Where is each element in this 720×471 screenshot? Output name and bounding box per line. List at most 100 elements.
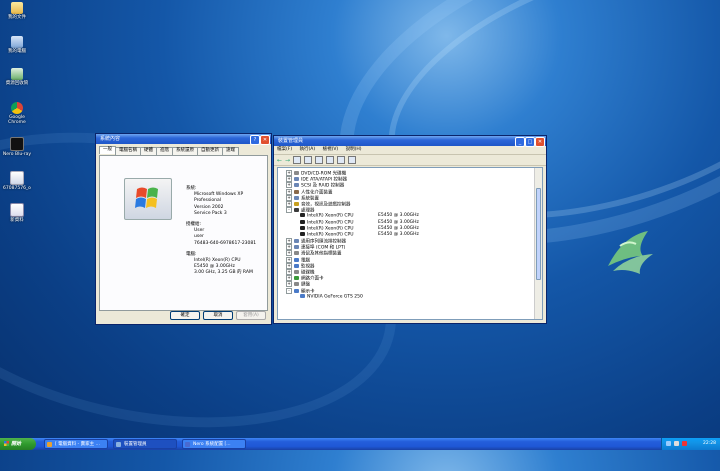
desktop-icon-label: Google Chrome [8,115,26,125]
menu-bar: 檔案(F) 執行(A) 檢視(V) 說明(H) [274,146,546,155]
tab-advanced[interactable]: 進階 [156,147,173,155]
expand-icon[interactable]: + [286,262,292,269]
expand-icon[interactable]: + [286,188,292,195]
expand-icon[interactable]: + [286,244,292,251]
expand-icon[interactable]: + [286,200,292,207]
properties-icon[interactable] [293,156,302,164]
help-button[interactable]: ? [250,135,260,145]
scan-hardware-icon[interactable] [326,156,335,164]
task-label: 裝置管理員 [124,442,147,447]
document-icon [10,203,24,217]
taskbar-button-device-manager[interactable]: 裝置管理員 [113,439,177,449]
close-button[interactable]: ✕ [260,135,270,145]
desktop-icon-my-documents[interactable]: 我的文件 [2,2,32,20]
system-info-block: 系統: Microsoft Windows XP Professional Ve… [186,186,256,277]
close-button[interactable]: ✕ [535,137,545,147]
update-driver-icon[interactable] [337,156,346,164]
device-manager-titlebar[interactable]: 裝置管理員 _ □ ✕ [274,136,546,147]
browser-icon [47,442,52,447]
windows-flag-icon [135,187,158,208]
expand-icon[interactable]: + [286,269,292,275]
collapse-icon[interactable]: - [286,287,292,294]
device-icon [300,293,305,298]
image-file-icon [10,171,24,185]
tab-remote[interactable]: 遠端 [222,147,239,155]
maximize-button[interactable]: □ [525,137,535,147]
start-label: 開始 [11,441,22,447]
vertical-scrollbar[interactable] [534,168,542,319]
window-title: 裝置管理員 [278,138,304,144]
back-icon[interactable]: ← [277,157,282,164]
device-manager-icon [116,442,121,447]
windows-start-icon [4,441,9,446]
device-icon [294,239,299,244]
scrollbar-thumb[interactable] [536,188,541,280]
menu-help[interactable]: 說明(H) [346,147,362,152]
print-icon[interactable] [304,156,313,164]
taskbar-button-nero[interactable]: Nero 系統配置 [... [182,439,246,449]
taskbar-button-browser[interactable]: [ 電腦資料 - 賣家主 ... [44,439,108,449]
collapse-icon[interactable]: - [286,207,292,214]
device-icon [300,231,305,236]
device-icon [294,288,299,293]
desktop-icon-document[interactable]: 新資料 [2,203,32,223]
device-item[interactable]: NVIDIA GeForce GTS 250 [286,293,542,300]
menu-file[interactable]: 檔案(F) [277,147,292,152]
tab-general[interactable]: 一般 [99,146,116,154]
task-label: [ 電腦資料 - 賣家主 ... [55,442,100,447]
cancel-button[interactable]: 取消 [203,311,233,320]
system-properties-titlebar[interactable]: 系統內容 ? ✕ [96,134,271,145]
expand-icon[interactable]: + [286,256,292,263]
apply-button[interactable]: 套用(A) [236,311,266,320]
desktop-icon-recycle-bin[interactable]: 資源回收筒 [2,68,32,86]
tab-computer-name[interactable]: 電腦名稱 [115,147,141,155]
expand-icon[interactable]: + [286,182,292,189]
device-icon [294,282,299,287]
forward-icon[interactable]: → [285,157,290,164]
my-computer-icon [11,36,23,48]
menu-view[interactable]: 檢視(V) [323,147,339,152]
device-icon [294,177,299,182]
expand-icon[interactable]: + [286,194,292,201]
device-icon [294,245,299,250]
expand-icon[interactable]: + [286,170,292,176]
device-icon [294,201,299,206]
desktop-icon-google-chrome[interactable]: Google Chrome [2,102,32,125]
ok-button[interactable]: 確定 [170,311,200,320]
help-icon[interactable] [315,156,324,164]
volume-icon[interactable] [674,441,679,446]
cpu-speed-ram: 3.00 GHz, 3.25 GB 的 RAM [194,270,253,276]
expand-icon[interactable]: + [286,176,292,183]
tab-automatic-updates[interactable]: 自動更新 [197,147,223,155]
tab-system-restore[interactable]: 系統還原 [172,147,198,155]
desktop-icon-image-file[interactable]: 67087576_o [2,171,32,191]
expand-icon[interactable]: + [286,238,292,245]
device-icon [294,189,299,194]
desktop-icon-my-computer[interactable]: 我的電腦 [2,36,32,54]
device-icon [294,183,299,188]
device-icon [300,213,305,218]
device-icon [294,257,299,262]
device-icon [294,208,299,213]
security-icon[interactable] [682,441,687,446]
expand-icon[interactable]: + [286,275,292,282]
my-documents-icon [11,2,23,14]
start-button[interactable]: 開始 [0,438,36,450]
window-title: 系統內容 [100,136,121,142]
nero-icon [10,137,24,151]
network-icon[interactable] [666,441,671,446]
device-tree-rows: + DVD/CD-ROM 光碟機 + IDE ATA/ATAPI 控制器 + SCSI 及… [278,168,542,300]
desktop-icon-label: 新資料 [10,218,24,223]
device-label: Intel(R) Xeon(R) CPU [307,232,354,238]
system-properties-window: 系統內容 ? ✕ 一般 電腦名稱 硬體 進階 系統還原 自動更新 遠端 系統: … [95,133,272,325]
device-label: NVIDIA GeForce GTS 250 [307,294,363,300]
tab-hardware[interactable]: 硬體 [140,147,157,155]
menu-action[interactable]: 執行(A) [300,147,316,152]
desktop-icon-nero[interactable]: Nero Blu-ray [2,137,32,157]
task-label: Nero 系統配置 [... [193,442,231,447]
uninstall-icon[interactable] [348,156,357,164]
windows-logo [124,178,172,220]
expand-icon[interactable]: + [286,250,292,257]
minimize-button[interactable]: _ [515,137,525,147]
expand-icon[interactable]: + [286,281,292,288]
